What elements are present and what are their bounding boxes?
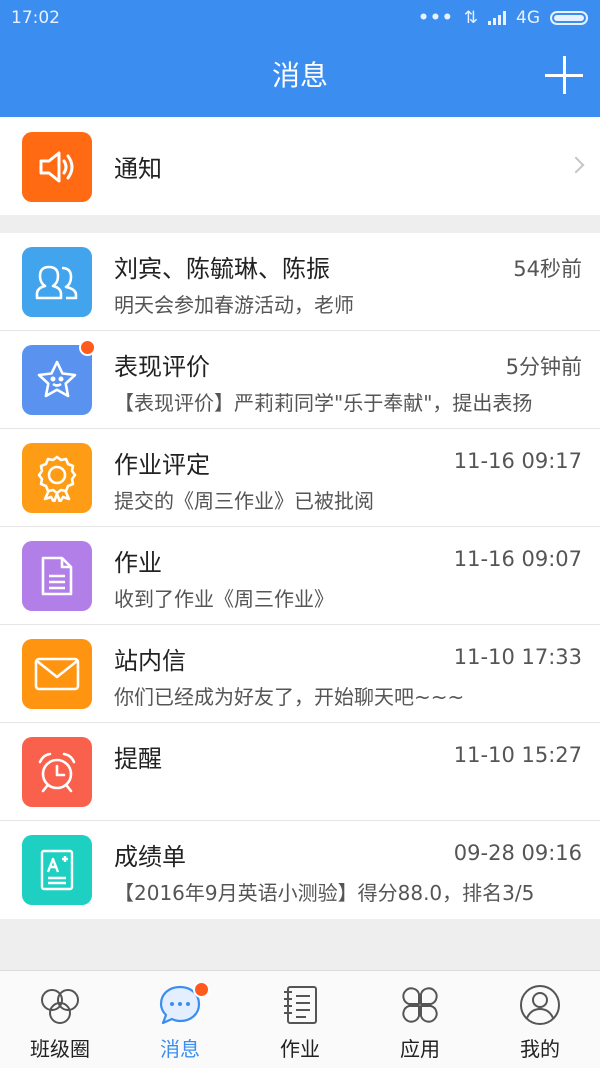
message-preview: 你们已经成为好友了，开始聊天吧~~~ xyxy=(114,685,465,709)
unread-badge xyxy=(79,339,96,356)
unread-badge xyxy=(193,981,210,998)
status-indicators: ••• ⇅ 4G xyxy=(418,8,588,28)
message-list: 刘宾、陈毓琳、陈振 54秒前 明天会参加春游活动，老师 表现评价 5分钟前 【表… xyxy=(0,233,600,919)
status-time: 17:02 xyxy=(11,8,60,28)
message-time: 54秒前 xyxy=(513,257,582,281)
tab-messages[interactable]: 消息 xyxy=(120,971,240,1068)
message-title: 表现评价 xyxy=(114,353,210,381)
speaker-icon xyxy=(22,132,92,202)
data-transfer-icon: ⇅ xyxy=(463,8,478,28)
message-time: 5分钟前 xyxy=(505,355,582,379)
network-type: 4G xyxy=(516,8,540,28)
tab-apps[interactable]: 应用 xyxy=(360,971,480,1068)
signal-icon xyxy=(488,11,506,25)
message-time: 11-10 15:27 xyxy=(453,743,582,767)
chevron-right-icon xyxy=(567,156,585,174)
message-item-grading[interactable]: 作业评定 11-16 09:17 提交的《周三作业》已被批阅 xyxy=(0,429,600,527)
message-preview: 【2016年9月英语小测验】得分88.0，排名3/5 xyxy=(114,881,535,905)
message-title: 刘宾、陈毓琳、陈振 xyxy=(114,255,330,283)
notice-row[interactable]: 通知 xyxy=(0,117,600,215)
message-title: 站内信 xyxy=(114,647,186,675)
star-icon xyxy=(22,345,92,415)
message-item-group[interactable]: 刘宾、陈毓琳、陈振 54秒前 明天会参加春游活动，老师 xyxy=(0,233,600,331)
mail-icon xyxy=(22,639,92,709)
message-preview: 【表现评价】严莉莉同学"乐于奉献"，提出表扬 xyxy=(114,391,533,415)
tab-label: 作业 xyxy=(280,1037,320,1061)
tab-label: 应用 xyxy=(400,1037,440,1061)
apps-icon xyxy=(402,987,438,1023)
badge-icon xyxy=(22,443,92,513)
message-time: 11-10 17:33 xyxy=(453,645,582,669)
document-icon xyxy=(22,541,92,611)
more-notifications-icon: ••• xyxy=(418,8,454,28)
tab-profile[interactable]: 我的 xyxy=(480,971,600,1068)
tab-label: 我的 xyxy=(520,1037,560,1061)
message-preview: 收到了作业《周三作业》 xyxy=(114,587,334,611)
message-preview: 明天会参加春游活动，老师 xyxy=(114,293,354,317)
tab-label: 班级圈 xyxy=(30,1037,90,1061)
notebook-icon xyxy=(284,986,317,1024)
circles-icon xyxy=(41,989,79,1024)
notice-label: 通知 xyxy=(114,155,162,183)
message-title: 成绩单 xyxy=(114,843,186,871)
message-time: 11-16 09:07 xyxy=(453,547,582,571)
message-item-reminder[interactable]: 提醒 11-10 15:27 xyxy=(0,723,600,821)
message-item-homework[interactable]: 作业 11-16 09:07 收到了作业《周三作业》 xyxy=(0,527,600,625)
top-app-bar: 17:02 ••• ⇅ 4G 消息 xyxy=(0,0,600,117)
user-icon xyxy=(520,985,560,1025)
message-item-mail[interactable]: 站内信 11-10 17:33 你们已经成为好友了，开始聊天吧~~~ xyxy=(0,625,600,723)
tab-class-circle[interactable]: 班级圈 xyxy=(0,971,120,1068)
tab-label: 消息 xyxy=(160,1037,200,1061)
message-item-report[interactable]: 成绩单 09-28 09:16 【2016年9月英语小测验】得分88.0，排名3… xyxy=(0,821,600,919)
battery-icon xyxy=(550,11,588,25)
message-preview: 提交的《周三作业》已被批阅 xyxy=(114,489,374,513)
message-title: 作业评定 xyxy=(114,451,210,479)
message-title: 提醒 xyxy=(114,745,162,773)
status-bar: 17:02 ••• ⇅ 4G xyxy=(0,0,600,36)
page-title: 消息 xyxy=(271,59,328,92)
tab-homework[interactable]: 作业 xyxy=(240,971,360,1068)
bottom-tab-bar: 班级圈 消息 作业 应用 我的 xyxy=(0,970,600,1068)
group-icon xyxy=(22,247,92,317)
report-icon xyxy=(22,835,92,905)
message-title: 作业 xyxy=(114,549,162,577)
message-item-evaluation[interactable]: 表现评价 5分钟前 【表现评价】严莉莉同学"乐于奉献"，提出表扬 xyxy=(0,331,600,429)
add-button[interactable] xyxy=(545,56,583,94)
message-time: 09-28 09:16 xyxy=(453,841,582,865)
message-time: 11-16 09:17 xyxy=(453,449,582,473)
alarm-icon xyxy=(22,737,92,807)
